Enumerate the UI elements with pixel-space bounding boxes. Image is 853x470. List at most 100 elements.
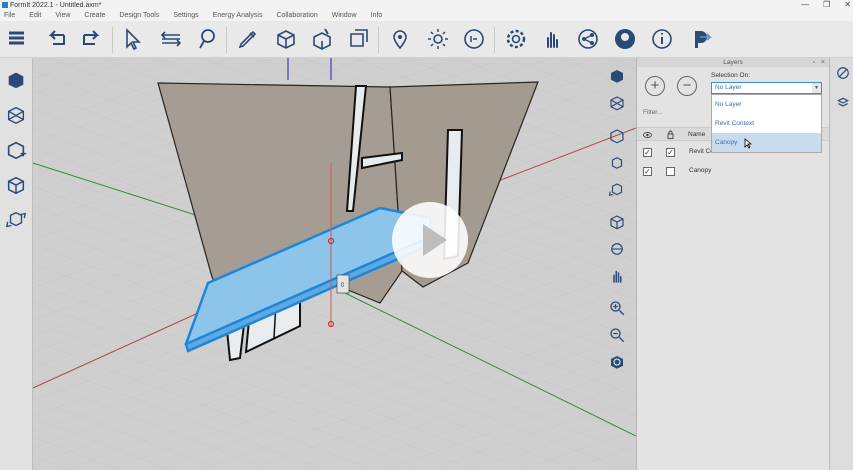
share-network-icon <box>578 29 598 49</box>
menu-settings[interactable]: Settings <box>173 12 198 19</box>
groups-button[interactable] <box>345 25 373 53</box>
share-button[interactable] <box>574 25 602 53</box>
menu-collaboration[interactable]: Collaboration <box>276 12 317 19</box>
name-column-header: Name <box>688 131 706 138</box>
location-pin-icon <box>393 30 407 50</box>
selection-on-label: Selection On: <box>711 72 751 79</box>
groups-toggle-button[interactable] <box>4 138 28 162</box>
layer-lock-checkbox[interactable] <box>666 167 675 176</box>
gestures-button[interactable] <box>538 25 566 53</box>
dynamo-icon <box>695 31 712 48</box>
menu-window[interactable]: Window <box>332 12 357 19</box>
layers-panel-title: Layers <box>723 59 743 66</box>
3d-viewport[interactable]: ⇳ <box>0 58 636 470</box>
maximize-button[interactable]: ❐ <box>823 0 830 10</box>
redo-button[interactable] <box>78 25 106 53</box>
layer-visible-checkbox[interactable]: ✓ <box>643 148 652 157</box>
iso-view-button[interactable] <box>605 210 629 234</box>
zoom-button[interactable] <box>605 296 629 320</box>
menu-file[interactable]: File <box>4 12 15 19</box>
info-button[interactable] <box>648 25 676 53</box>
hand-pan-icon <box>613 270 622 283</box>
dynamo-button[interactable] <box>688 25 716 53</box>
cube-add-icon <box>7 141 27 160</box>
minimize-button[interactable]: — <box>801 0 809 10</box>
location-button[interactable] <box>386 25 414 53</box>
gear-icon <box>506 29 526 49</box>
scenes-toggle-button[interactable] <box>4 103 28 127</box>
undo-button[interactable] <box>42 25 70 53</box>
cube-outline-icon <box>7 176 25 195</box>
paint-button[interactable] <box>193 25 221 53</box>
zoom-extents-button[interactable] <box>605 350 629 374</box>
lock-icon <box>667 130 674 139</box>
layers-cube-icon <box>8 72 24 89</box>
account-button[interactable] <box>611 25 639 53</box>
move-button[interactable] <box>157 25 185 53</box>
formit-logo-icon <box>2 2 8 8</box>
redo-icon <box>83 30 100 45</box>
eye-icon <box>643 132 652 138</box>
video-play-button[interactable] <box>392 202 468 278</box>
layers-toggle-button[interactable] <box>4 68 28 92</box>
selection-on-options: No Layer Revit Context Canopy <box>711 94 822 153</box>
zoom-window-button[interactable] <box>605 323 629 347</box>
transform-toggle-button[interactable] <box>4 208 28 232</box>
select-button[interactable] <box>119 25 147 53</box>
view-toolbar <box>601 58 633 378</box>
layer-row-canopy[interactable]: ✓ Canopy <box>637 163 830 180</box>
dropdown-option-canopy[interactable]: Canopy <box>712 133 821 152</box>
remove-layer-button[interactable]: − <box>677 76 697 96</box>
wireframe-icon <box>7 106 25 125</box>
sun-icon <box>428 29 448 49</box>
layer-lock-checkbox[interactable]: ✓ <box>666 148 675 157</box>
cube-plus-icon <box>277 30 295 49</box>
look-around-button[interactable] <box>605 237 629 261</box>
cube-rotate-icon <box>5 211 27 228</box>
panel-undock-button[interactable]: ▫ <box>813 58 815 67</box>
left-toolbar <box>0 58 33 470</box>
zoom-extents-icon <box>611 356 623 369</box>
layer-filter-input[interactable]: Filter... <box>639 106 714 120</box>
turntable-button[interactable] <box>605 178 629 202</box>
menu-energy-analysis[interactable]: Energy Analysis <box>213 12 263 19</box>
perspective-button[interactable] <box>605 124 629 148</box>
view-cube-button[interactable] <box>605 64 629 88</box>
menu-design-tools[interactable]: Design Tools <box>119 12 159 19</box>
cursor-arrow-icon <box>126 28 141 51</box>
window-title: FormIt 2022.1 - Untitled.axm* <box>10 1 102 9</box>
camera-cube-icon <box>610 129 624 144</box>
group-box-icon <box>350 29 368 47</box>
paint-bucket-icon <box>199 29 215 49</box>
wireframe-view-button[interactable] <box>605 91 629 115</box>
menu-create[interactable]: Create <box>84 12 105 19</box>
settings-button[interactable] <box>502 25 530 53</box>
materials-tab-icon[interactable] <box>836 66 850 80</box>
pan-button[interactable] <box>605 264 629 288</box>
user-account-icon <box>615 29 635 49</box>
cube-tools-icon <box>313 28 331 50</box>
create-cube-button[interactable] <box>272 25 300 53</box>
menu-view[interactable]: View <box>55 12 70 19</box>
panel-close-button[interactable]: × <box>821 58 825 67</box>
layer-visible-checkbox[interactable]: ✓ <box>643 167 652 176</box>
toolbox-button[interactable] <box>4 25 32 53</box>
layers-tab-icon[interactable] <box>836 96 850 110</box>
menu-info[interactable]: Info <box>371 12 383 19</box>
sun-button[interactable] <box>424 25 452 53</box>
materials-toggle-button[interactable] <box>4 173 28 197</box>
close-button[interactable]: ✕ <box>844 0 851 10</box>
dropdown-option-revit-context[interactable]: Revit Context <box>712 114 821 133</box>
menu-bar: File Edit View Create Design Tools Setti… <box>0 10 853 21</box>
rotate-view-icon <box>608 183 623 196</box>
scale-button[interactable] <box>460 25 488 53</box>
draw-line-button[interactable] <box>234 25 262 53</box>
add-layer-button[interactable]: + <box>645 76 665 96</box>
menu-edit[interactable]: Edit <box>29 12 41 19</box>
selection-on-dropdown[interactable]: No Layer ▾ <box>711 82 822 94</box>
orbit-button[interactable] <box>605 151 629 175</box>
dropdown-option-no-layer[interactable]: No Layer <box>712 95 821 114</box>
title-bar: FormIt 2022.1 - Untitled.axm* — ❐ ✕ <box>0 0 853 10</box>
tools-button[interactable] <box>308 25 336 53</box>
look-around-icon <box>611 243 623 255</box>
